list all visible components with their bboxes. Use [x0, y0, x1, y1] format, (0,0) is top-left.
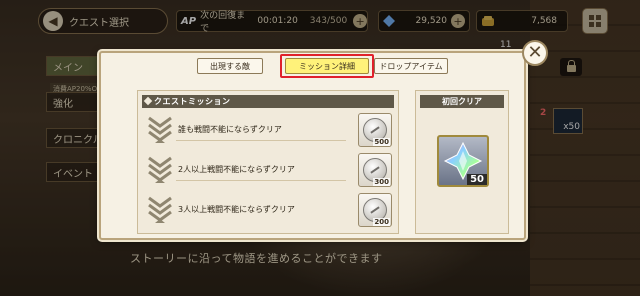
- mission-text: 誰も戦闘不能にならずクリア: [178, 125, 282, 134]
- reward-count: 200: [373, 218, 390, 226]
- mission-divider: [176, 140, 346, 141]
- tab-label: ミッション詳細: [299, 61, 355, 71]
- chevron-rank-icon: [148, 196, 172, 223]
- mission-row: 3人以上戦闘不能にならずクリア 200: [142, 191, 396, 231]
- close-button[interactable]: ✕: [522, 40, 548, 66]
- first-clear-count: 50: [467, 174, 487, 185]
- reward-count: 300: [373, 178, 390, 186]
- mission-row: 誰も戦闘不能にならずクリア 500: [142, 111, 396, 151]
- mission-modal: 出現する敵 ミッション詳細 ドロップアイテム クエストミッション 誰も戦闘不能に…: [99, 51, 526, 240]
- tab-label: 出現する敵: [210, 61, 250, 71]
- chevron-rank-icon: [148, 116, 172, 143]
- mission-row: 2人以上戦闘不能にならずクリア 300: [142, 151, 396, 191]
- first-clear-panel: 初回クリア 50: [415, 90, 509, 234]
- reward-count: 500: [373, 138, 390, 146]
- tab-mission-details[interactable]: ミッション詳細: [285, 58, 369, 74]
- quest-mission-panel: クエストミッション 誰も戦闘不能にならずクリア 500 2人以上戦闘不能にならず…: [137, 90, 399, 234]
- first-clear-header: 初回クリア: [420, 95, 504, 108]
- tab-enemies[interactable]: 出現する敵: [197, 58, 263, 74]
- mission-reward[interactable]: 300: [358, 153, 392, 187]
- first-clear-reward[interactable]: 50: [437, 135, 489, 187]
- mission-reward[interactable]: 500: [358, 113, 392, 147]
- mission-text: 2人以上戦闘不能にならずクリア: [178, 165, 295, 174]
- tab-drop-items[interactable]: ドロップアイテム: [374, 58, 448, 74]
- tab-label: ドロップアイテム: [379, 61, 443, 71]
- mission-text: 3人以上戦闘不能にならずクリア: [178, 205, 295, 214]
- mission-reward[interactable]: 200: [358, 193, 392, 227]
- mission-header-label: クエストミッション: [154, 97, 231, 106]
- mission-divider: [176, 180, 346, 181]
- chevron-rank-icon: [148, 156, 172, 183]
- mission-panel-header: クエストミッション: [142, 95, 394, 108]
- close-icon: ✕: [527, 42, 543, 63]
